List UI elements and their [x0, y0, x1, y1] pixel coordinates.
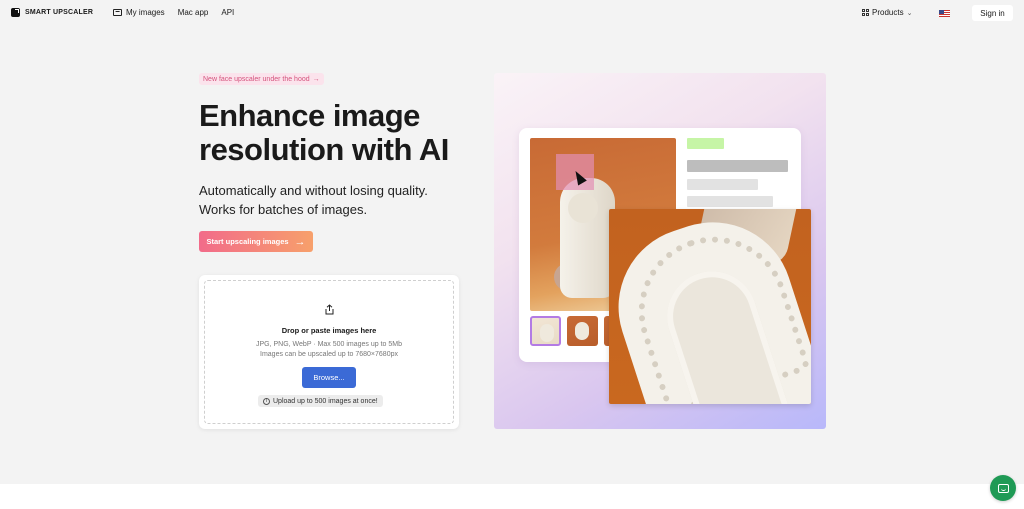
format-limits: JPG, PNG, WebP · Max 500 images up to 5M… — [255, 341, 403, 348]
thumbnail — [530, 316, 561, 346]
products-dropdown[interactable]: Products ⌄ — [862, 8, 912, 17]
main-nav: My images Mac app API — [113, 8, 247, 17]
nav-mac-app[interactable]: Mac app — [178, 8, 209, 17]
arrow-right-icon: → — [312, 75, 320, 83]
logo-text: SMART UPSCALER — [25, 9, 94, 16]
upload-tip-badge: i Upload up to 500 images at once! — [258, 395, 383, 407]
shoe-lace-shape — [568, 193, 598, 223]
nav-label: API — [221, 8, 235, 17]
image-dropzone[interactable]: Drop or paste images here JPG, PNG, WebP… — [204, 280, 454, 424]
us-flag-icon[interactable] — [939, 10, 950, 17]
zoomed-shoe-photo — [609, 209, 811, 404]
thumbnail — [567, 316, 598, 346]
hero-subtitle: Automatically and without losing quality… — [199, 181, 479, 219]
next-section — [0, 484, 1024, 509]
tip-text: Upload up to 500 images at once! — [273, 397, 378, 405]
page-title: Enhance image resolution with AI — [199, 98, 449, 167]
dropzone-title: Drop or paste images here — [281, 326, 377, 335]
chat-button[interactable] — [990, 475, 1016, 501]
placeholder-tag — [687, 138, 724, 149]
logo[interactable]: SMART UPSCALER — [11, 8, 93, 17]
info-icon: i — [263, 397, 270, 405]
chat-icon — [997, 483, 1009, 493]
chevron-down-icon: ⌄ — [906, 9, 913, 17]
nav-my-images[interactable]: My images — [113, 8, 165, 17]
placeholder-line — [687, 196, 773, 207]
nav-api[interactable]: API — [221, 8, 234, 17]
dropzone-requirements: JPG, PNG, WebP · Max 500 images up to 5M… — [205, 340, 453, 360]
upload-card: Drop or paste images here JPG, PNG, WebP… — [199, 275, 459, 429]
size-limits: Images can be upscaled up to 7680×7680px — [260, 351, 398, 358]
placeholder-line — [687, 160, 788, 172]
image-icon — [113, 9, 122, 16]
nav-label: Mac app — [177, 8, 209, 17]
subtitle-line-1: Automatically and without losing quality… — [199, 183, 428, 198]
top-navigation: SMART UPSCALER My images Mac app API Pro… — [0, 0, 1024, 28]
hero-illustration — [494, 73, 826, 429]
products-label: Products — [872, 8, 904, 17]
logo-mark-icon — [11, 8, 20, 17]
cta-label: Start upscaling images — [206, 237, 289, 246]
sign-in-button[interactable]: Sign in — [972, 5, 1013, 21]
nav-label: My images — [126, 8, 165, 17]
announcement-text: New face upscaler under the hood — [203, 75, 310, 83]
subtitle-line-2: Works for batches of images. — [199, 202, 368, 217]
share-upload-icon — [325, 304, 334, 315]
browse-button[interactable]: Browse... — [302, 367, 356, 388]
placeholder-line — [687, 179, 758, 190]
start-upscaling-button[interactable]: Start upscaling images → — [199, 231, 313, 252]
arrow-right-icon: → — [294, 235, 306, 248]
announcement-pill[interactable]: New face upscaler under the hood → — [199, 73, 324, 85]
grid-icon — [862, 9, 869, 16]
